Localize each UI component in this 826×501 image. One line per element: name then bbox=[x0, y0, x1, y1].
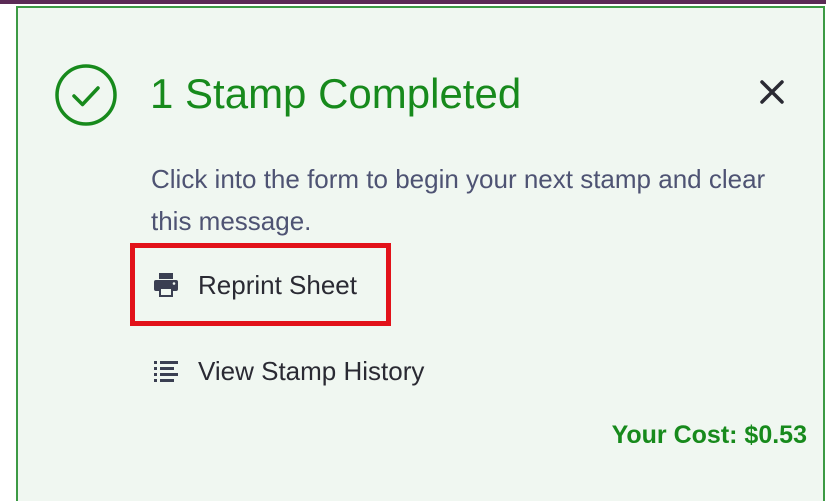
close-button[interactable] bbox=[752, 72, 792, 112]
notification-message: Click into the form to begin your next s… bbox=[151, 164, 766, 236]
view-stamp-history-button[interactable]: View Stamp History bbox=[151, 348, 424, 394]
reprint-sheet-label: Reprint Sheet bbox=[198, 269, 357, 300]
check-circle-icon bbox=[55, 64, 117, 126]
notification-title: 1 Stamp Completed bbox=[150, 70, 522, 117]
view-stamp-history-label: View Stamp History bbox=[198, 355, 425, 386]
top-edge-strip bbox=[0, 0, 826, 4]
printer-icon bbox=[154, 273, 178, 297]
cost-summary: Your Cost: $0.53 bbox=[611, 421, 807, 449]
list-icon bbox=[154, 361, 178, 382]
stamp-completed-panel: 1 Stamp Completed Click into the form to… bbox=[16, 6, 825, 501]
close-icon bbox=[760, 80, 784, 104]
reprint-sheet-button[interactable]: Reprint Sheet bbox=[151, 262, 357, 308]
